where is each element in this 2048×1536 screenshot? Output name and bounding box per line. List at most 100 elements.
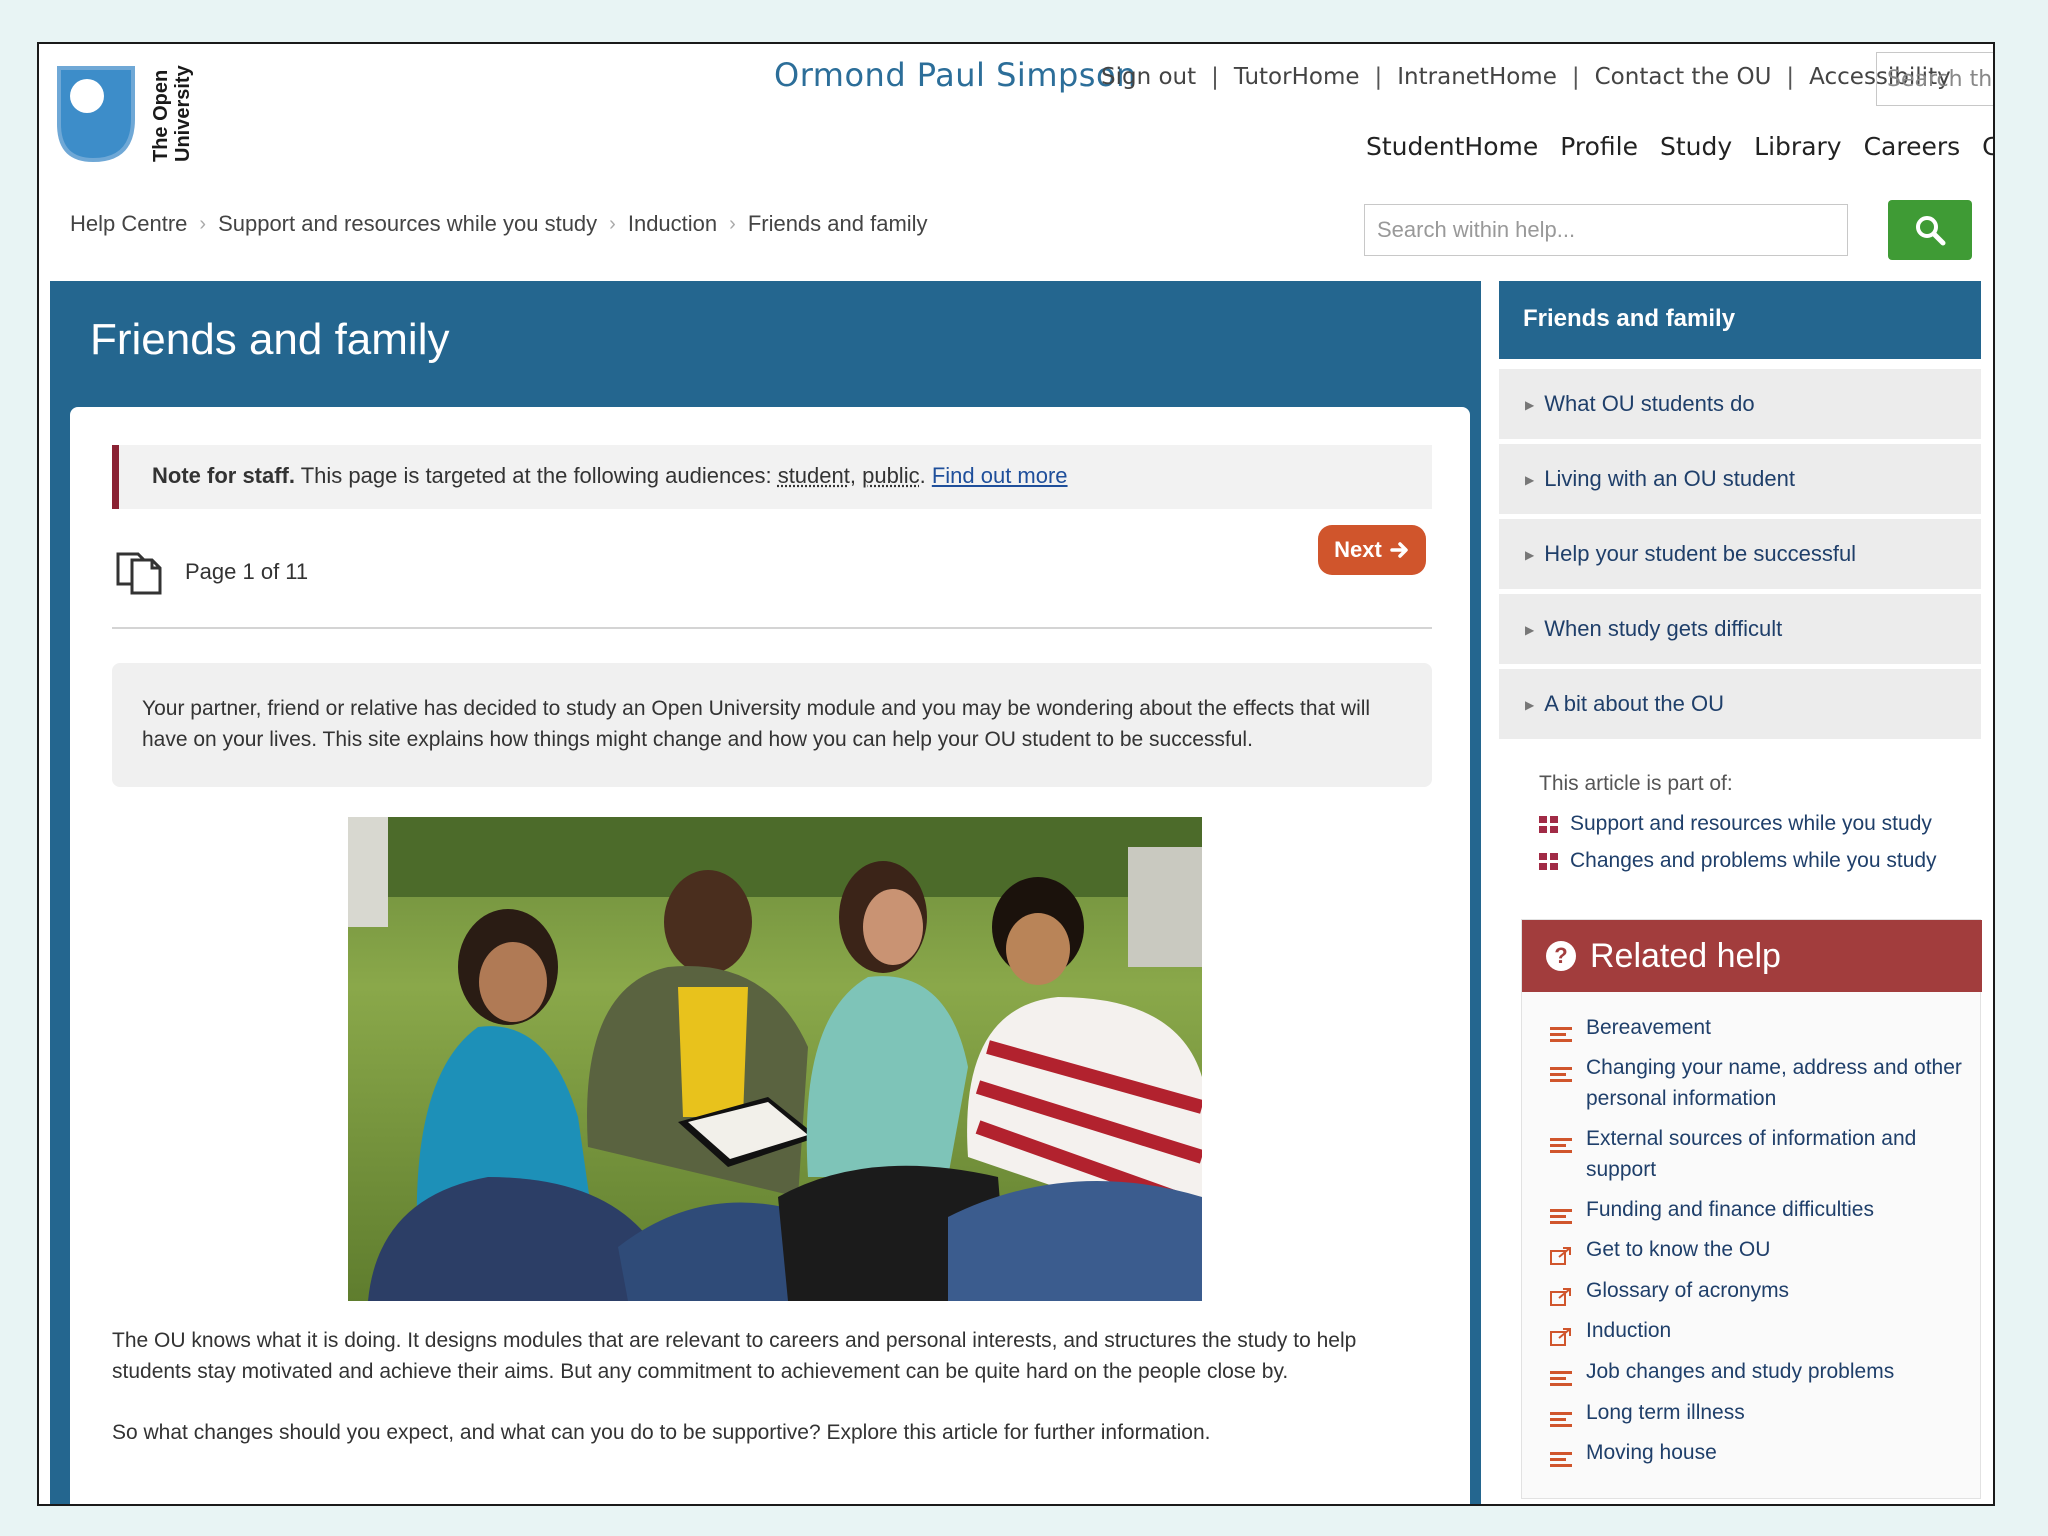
contact-ou-link[interactable]: Contact the OU [1595,64,1772,90]
find-out-more-link[interactable]: Find out more [932,463,1068,488]
related-item-job-changes[interactable]: Job changes and study problems [1550,1356,1970,1396]
related-item-label: Glossary of acronyms [1586,1279,1790,1302]
page-indicator: Page 1 of 11 [185,559,309,584]
audience-public[interactable]: public [862,463,919,488]
next-button-label: Next [1334,537,1382,562]
sidebar-item-living-with-student[interactable]: ▶ Living with an OU student [1499,444,1981,514]
audience-separator: , [849,463,863,488]
triangle-right-icon: ▶ [1525,548,1535,563]
link-separator: | [1374,64,1383,90]
part-of-link-label: Changes and problems while you study [1570,849,1937,872]
body-paragraph-2: So what changes should you expect, and w… [112,1421,1211,1444]
sidebar-item-label: When study gets difficult [1544,616,1783,641]
list-icon [1550,1437,1574,1477]
related-item-label: Funding and finance difficulties [1586,1198,1874,1221]
list-icon [1550,1123,1574,1185]
main-panel: Friends and family Note for staff. This … [50,281,1481,1504]
list-icon [1550,1356,1574,1396]
user-name[interactable]: Ormond Paul Simpson [774,56,1137,94]
related-item-external-sources[interactable]: External sources of information and supp… [1550,1123,1970,1185]
staff-note-label: Note for staff. [152,463,295,488]
breadcrumb-chevron: › [609,212,616,235]
related-item-label: External sources of information and supp… [1586,1127,1917,1181]
body-paragraph-1: The OU knows what it is doing. It design… [112,1329,1357,1383]
content-card: Note for staff. This page is targeted at… [70,407,1470,1504]
top-links: Sign out | TutorHome | IntranetHome | Co… [1101,64,1951,90]
breadcrumb: Help Centre › Support and resources whil… [70,211,928,237]
breadcrumb-chevron: › [199,212,207,235]
site-search-input[interactable]: Search the [1876,52,1993,106]
sign-out-link[interactable]: Sign out [1101,64,1196,90]
related-item-glossary[interactable]: Glossary of acronyms [1550,1275,1970,1315]
related-item-long-term-illness[interactable]: Long term illness [1550,1397,1970,1437]
triangle-right-icon: ▶ [1525,473,1535,488]
help-search-button[interactable] [1888,200,1972,260]
related-item-bereavement[interactable]: Bereavement [1550,1012,1970,1052]
related-item-label: Get to know the OU [1586,1238,1771,1261]
intranethome-link[interactable]: IntranetHome [1397,64,1557,90]
related-help-title: Related help [1590,936,1781,975]
next-button[interactable]: Next [1318,525,1426,575]
list-icon [1550,1052,1574,1114]
sidebar-item-about-ou[interactable]: ▶ A bit about the OU [1499,669,1981,739]
staff-note: Note for staff. This page is targeted at… [112,445,1432,509]
related-item-moving-house[interactable]: Moving house [1550,1437,1970,1477]
grid-icon [1539,815,1558,833]
nav-studenthome[interactable]: StudentHome [1366,132,1538,161]
sidebar-item-help-student[interactable]: ▶ Help your student be successful [1499,519,1981,589]
grid-icon [1539,852,1558,870]
help-search-input[interactable]: Search within help... [1364,204,1848,256]
triangle-right-icon: ▶ [1525,623,1535,638]
sidebar-item-study-difficult[interactable]: ▶ When study gets difficult [1499,594,1981,664]
part-of-label: This article is part of: [1539,772,1733,795]
external-link-icon [1550,1234,1574,1274]
related-help-heading: ? Related help [1522,920,1982,992]
nav-community[interactable]: Communit [1982,132,1993,161]
related-item-label: Job changes and study problems [1586,1360,1895,1383]
part-of-link-changes[interactable]: Changes and problems while you study [1539,849,1937,873]
breadcrumb-induction[interactable]: Induction [628,211,717,237]
part-of-link-label: Support and resources while you study [1570,812,1932,835]
audience-end: . [919,463,932,488]
related-item-label: Induction [1586,1319,1672,1342]
nav-study[interactable]: Study [1660,132,1732,161]
nav-careers[interactable]: Careers [1864,132,1961,161]
external-link-icon [1550,1315,1574,1355]
audience-student[interactable]: student [778,463,850,488]
related-item-label: Moving house [1586,1441,1717,1464]
sidebar-heading: Friends and family [1499,281,1981,359]
link-separator: | [1571,64,1580,90]
intro-text: Your partner, friend or relative has dec… [112,663,1432,787]
related-item-label: Bereavement [1586,1016,1711,1039]
triangle-right-icon: ▶ [1525,698,1535,713]
page-title: Friends and family [90,315,450,364]
ou-logo[interactable]: The Open University [55,64,215,164]
link-separator: | [1211,64,1219,90]
related-item-changing-name[interactable]: Changing your name, address and other pe… [1550,1052,1970,1114]
breadcrumb-current: Friends and family [747,211,928,236]
search-icon [1916,216,1946,246]
breadcrumb-help-centre[interactable]: Help Centre [70,211,187,237]
logo-text-line2: University [172,64,194,162]
sidebar-item-what-ou-students-do[interactable]: ▶ What OU students do [1499,369,1981,439]
list-icon [1550,1397,1574,1437]
students-photo [348,817,1202,1301]
breadcrumb-support[interactable]: Support and resources while you study [218,211,597,237]
tutorhome-link[interactable]: TutorHome [1234,64,1360,90]
staff-note-text: This page is targeted at the following a… [295,463,778,488]
list-icon [1550,1194,1574,1234]
related-help-panel: ? Related help Bereavement Changing your… [1521,919,1982,1499]
pages-icon [114,546,164,596]
part-of-link-support[interactable]: Support and resources while you study [1539,812,1932,836]
related-item-get-to-know[interactable]: Get to know the OU [1550,1234,1970,1274]
nav-library[interactable]: Library [1754,132,1841,161]
ou-shield-icon: The Open University [57,64,194,162]
related-item-induction[interactable]: Induction [1550,1315,1970,1355]
sidebar-item-label: Living with an OU student [1544,466,1795,491]
breadcrumb-chevron: › [729,212,736,235]
arrow-right-icon [1390,542,1408,558]
browser-window: The Open University Ormond Paul Simpson … [37,42,1995,1506]
external-link-icon [1550,1275,1574,1315]
nav-profile[interactable]: Profile [1560,132,1638,161]
related-item-funding[interactable]: Funding and finance difficulties [1550,1194,1970,1234]
